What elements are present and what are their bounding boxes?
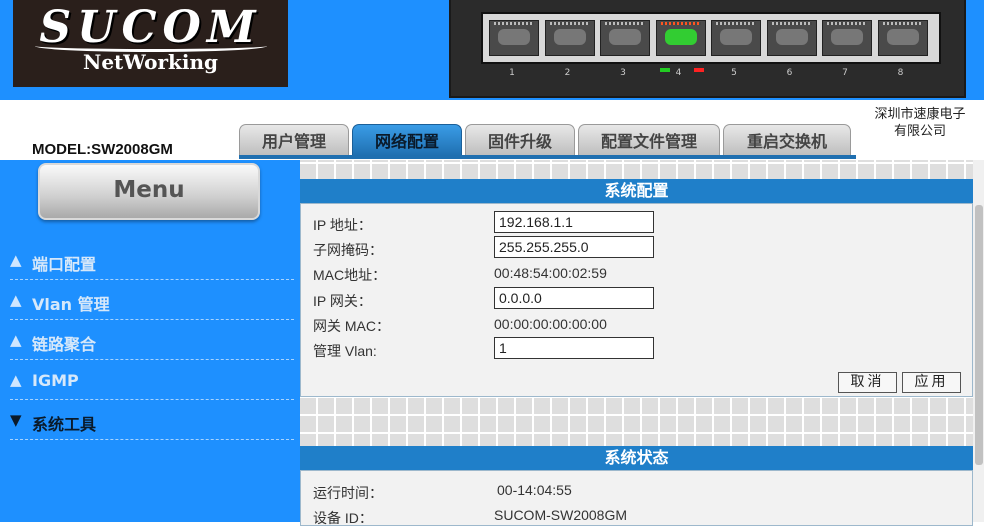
port-number-label: 5 (731, 68, 737, 78)
port-number-label: 7 (842, 68, 848, 78)
subnet-mask-label: 子网掩码： (313, 242, 383, 258)
switch-port-7 (822, 20, 872, 56)
triangle-up-icon: ▲ (10, 331, 22, 349)
scrollbar-thumb[interactable] (975, 205, 983, 465)
sidebar: Menu ▲ 端口配置 ▲ Vlan 管理 ▲ 链路聚合 ▲ IGMP ▼ 系统… (0, 160, 300, 522)
switch-port-2 (544, 20, 595, 56)
switch-port-4 (655, 20, 706, 56)
activity-led-icon (693, 68, 704, 72)
ip-address-input[interactable] (494, 211, 654, 233)
gateway-mac-value: 00:00:00:00:00:00 (494, 316, 607, 332)
tab-firmware-upgrade[interactable]: 固件升级 (465, 124, 575, 156)
system-status-title: 系统状态 (300, 446, 973, 470)
tab-config-file-management[interactable]: 配置文件管理 (578, 124, 720, 156)
subnet-mask-input[interactable] (494, 236, 654, 258)
sidebar-item-label: IGMP (32, 371, 79, 390)
switch-port-8 (877, 20, 928, 56)
tab-reboot-switch[interactable]: 重启交换机 (723, 124, 851, 156)
ethernet-port-icon (553, 29, 586, 45)
port-number-label: 1 (509, 68, 515, 78)
sidebar-item-label: 端口配置 (32, 255, 97, 274)
port-number-label: 8 (897, 68, 904, 78)
company-name: 深圳市速康电子有限公司 (874, 107, 966, 139)
system-config-title: 系统配置 (300, 179, 973, 203)
sidebar-item-label: 链路聚合 (32, 335, 97, 354)
port-contact-stripe (660, 22, 701, 25)
switch-port-5 (711, 20, 761, 56)
mac-address-value: 00:48:54:00:02:59 (494, 265, 607, 281)
switch-port-panel: 1 2 3 4 5 6 7 8 (449, 0, 966, 98)
logo-sub-text: NetWorking (83, 50, 218, 74)
sidebar-item-system-tools[interactable]: ▼ 系统工具 (10, 402, 294, 440)
ip-address-label: IP 地址： (313, 217, 372, 233)
device-id-label: 设备 ID： (313, 510, 373, 526)
triangle-up-icon: ▲ (10, 251, 22, 269)
gateway-label: IP 网关： (313, 293, 372, 309)
switch-port-6 (766, 20, 817, 56)
ethernet-port-icon (498, 29, 530, 45)
sidebar-item-igmp[interactable]: ▲ IGMP (10, 362, 294, 400)
system-status-panel: 运行时间： 00-14:04:55 设备 ID： SUCOM-SW2008GM (300, 470, 973, 526)
device-id-value: SUCOM-SW2008GM (494, 507, 628, 523)
switch-port-3 (600, 20, 650, 56)
link-led-icon (659, 68, 670, 72)
sidebar-item-link-aggregation[interactable]: ▲ 链路聚合 (10, 322, 294, 360)
sidebar-item-port-config[interactable]: ▲ 端口配置 (10, 242, 294, 280)
config-button-bar: 取消 应用 (300, 367, 973, 397)
port-contact-stripe (882, 22, 923, 25)
tab-network-config[interactable]: 网络配置 (352, 124, 462, 156)
port-contact-stripe (549, 22, 590, 25)
gateway-input[interactable] (494, 287, 654, 309)
port-contact-stripe (605, 22, 645, 25)
menu-button[interactable]: Menu (38, 163, 260, 220)
port-number-label: 6 (786, 68, 793, 78)
system-config-panel: IP 地址： 子网掩码： MAC地址： 00:48:54:00:02:59 IP… (300, 203, 973, 368)
ethernet-port-icon (609, 29, 641, 45)
apply-button[interactable]: 应用 (902, 372, 961, 393)
ethernet-port-icon (664, 29, 697, 45)
tab-user-management[interactable]: 用户管理 (239, 124, 349, 156)
company-logo: SUCOM NetWorking (13, 0, 288, 87)
management-vlan-input[interactable] (494, 337, 654, 359)
switch-port-1 (489, 20, 539, 56)
ethernet-port-icon (720, 29, 752, 45)
sidebar-item-label: 系统工具 (32, 415, 97, 434)
sidebar-item-label: Vlan 管理 (32, 295, 110, 314)
port-number-label: 3 (620, 68, 626, 78)
port-number-label: 2 (564, 68, 571, 78)
port-contact-stripe (771, 22, 812, 25)
port-number-label: 4 (675, 68, 682, 78)
switch-port-bay (481, 12, 941, 64)
ethernet-port-icon (831, 29, 863, 45)
port-contact-stripe (827, 22, 867, 25)
sidebar-item-vlan[interactable]: ▲ Vlan 管理 (10, 282, 294, 320)
cancel-button[interactable]: 取消 (838, 372, 897, 393)
triangle-up-icon: ▲ (10, 291, 22, 309)
management-vlan-label: 管理 Vlan: (313, 343, 377, 359)
triangle-up-icon: ▲ (10, 371, 22, 389)
ethernet-port-icon (775, 29, 808, 45)
ethernet-port-icon (886, 29, 919, 45)
gateway-mac-label: 网关 MAC： (313, 318, 390, 334)
port-contact-stripe (716, 22, 756, 25)
port-contact-stripe (494, 22, 534, 25)
uptime-value: 00-14:04:55 (497, 482, 572, 498)
triangle-down-icon: ▼ (10, 411, 22, 429)
uptime-label: 运行时间： (313, 485, 383, 501)
model-label: MODEL:SW2008GM (32, 141, 173, 158)
tab-underline (239, 155, 856, 159)
page-scrollbar[interactable] (973, 160, 984, 522)
mac-address-label: MAC地址： (313, 267, 387, 283)
